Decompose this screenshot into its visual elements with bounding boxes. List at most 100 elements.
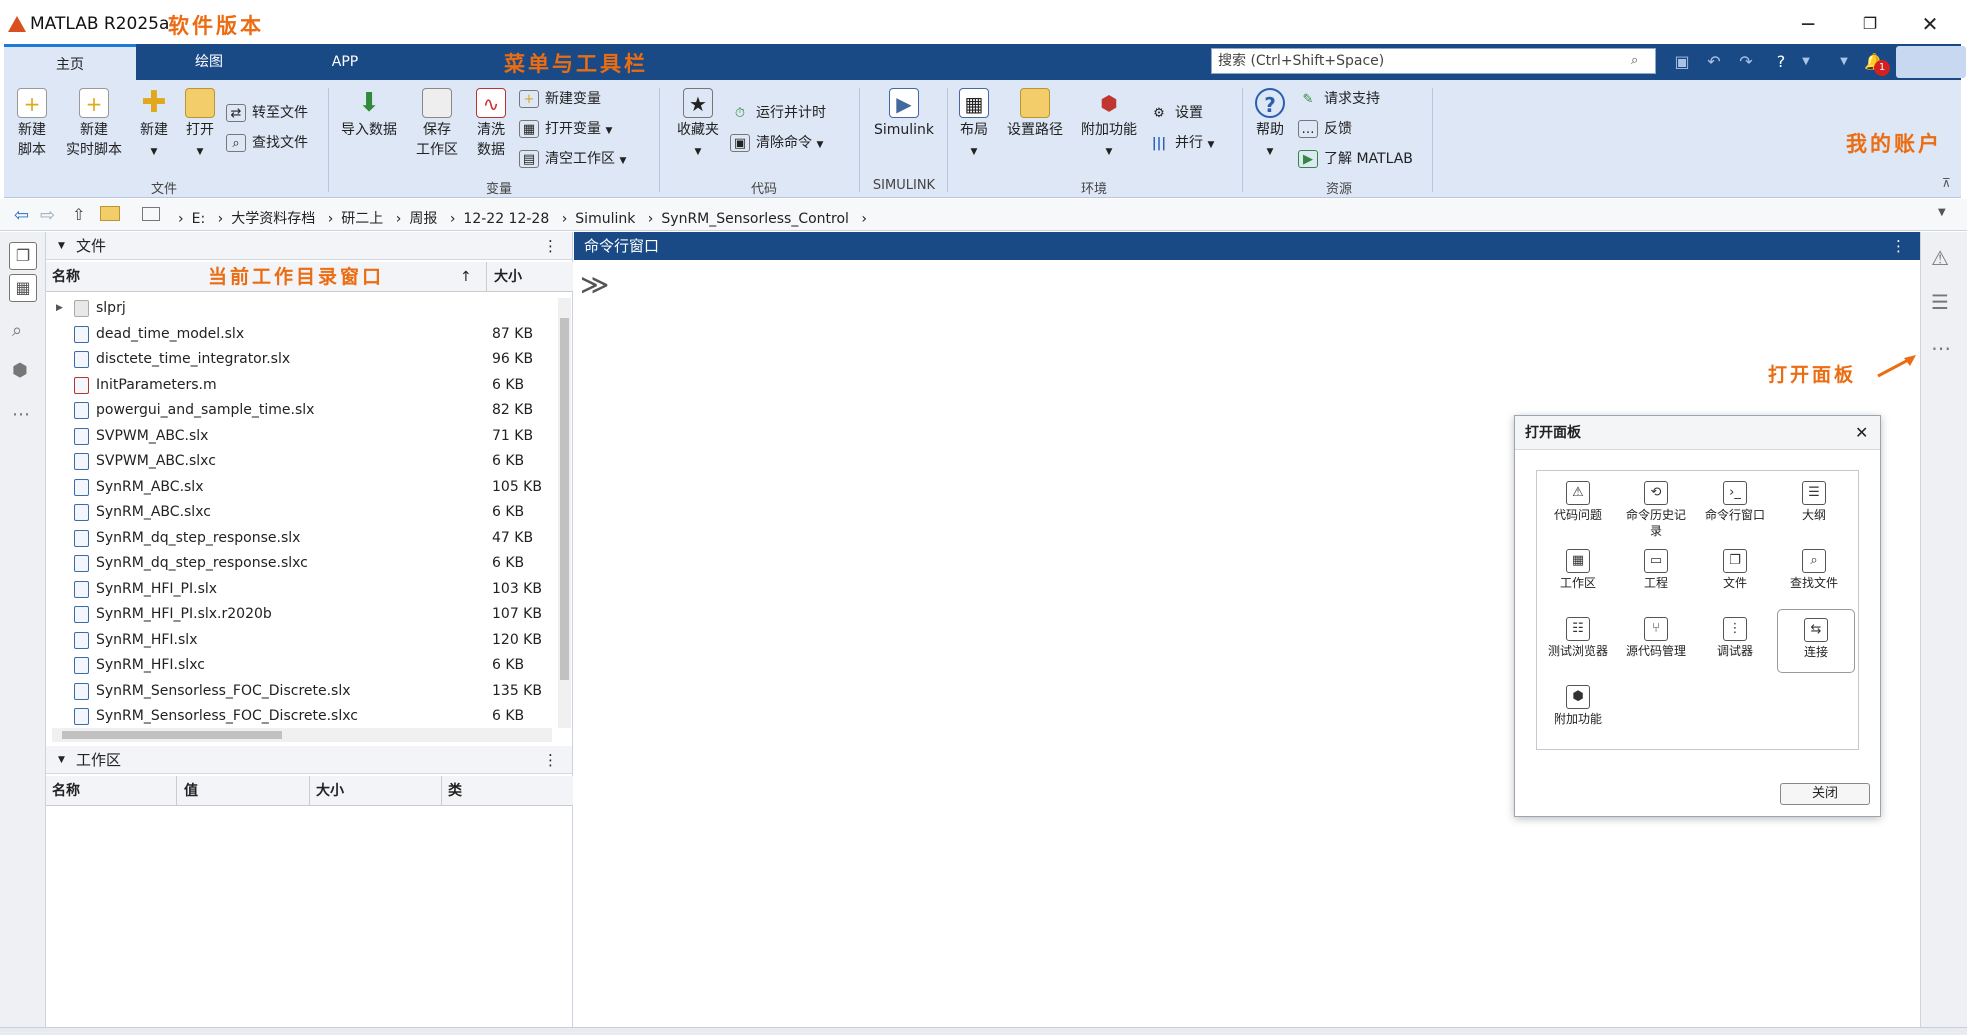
tab-home[interactable]: 主页 [4,44,136,80]
set-path-button[interactable]: 设置路径 [998,88,1072,140]
request-support-button[interactable]: ✎ 请求支持 [1298,88,1380,109]
panel-item-source-control[interactable]: ⑂ 源代码管理 [1625,617,1687,659]
account-button[interactable] [1896,46,1966,78]
find-files-button[interactable]: ⌕ 查找文件 [226,132,308,152]
panel-item-code-issues[interactable]: ⚠ 代码问题 [1547,481,1609,523]
parallel-button[interactable]: ||| 并行 ▼ [1149,132,1215,153]
maximize-button[interactable]: ❐ [1852,10,1888,38]
panel-item-outline[interactable]: ☰ 大纲 [1783,481,1845,523]
panel-menu-icon[interactable]: ⋮ [543,232,558,260]
panel-item-command-history[interactable]: ⟲ 命令历史记录 [1625,481,1687,539]
ws-col-size[interactable]: 大小 [316,776,344,806]
col-size-header[interactable]: 大小 [494,262,522,292]
redo-icon[interactable]: ↷ [1734,50,1758,74]
up-folder-icon[interactable]: ⇧ [72,205,85,224]
dialog-close-icon[interactable]: ✕ [1855,423,1868,442]
panel-item-workspace[interactable]: ▦ 工作区 [1547,549,1609,591]
addons-icon[interactable]: ⬢ [12,360,28,381]
file-row[interactable]: SynRM_HFI_PI.slx.r2020b 107 KB [46,602,556,628]
panel-item-find-files[interactable]: ⌕ 查找文件 [1783,549,1845,591]
file-row[interactable]: SynRM_HFI_PI.slx 103 KB [46,577,556,603]
collapse-icon[interactable]: ▼ [58,232,65,260]
clear-commands-button[interactable]: ▣ 清除命令 ▼ [730,132,823,152]
panel-item-project[interactable]: ▭ 工程 [1625,549,1687,591]
learn-matlab-button[interactable]: ▶ 了解 MATLAB [1298,148,1413,168]
new-variable-button[interactable]: + 新建变量 [519,88,601,108]
open-button[interactable]: 打开 ▼ [178,88,222,162]
breadcrumb-item[interactable]: Simulink [575,211,635,227]
dialog-close-button[interactable]: 关闭 [1780,783,1870,805]
chevron-down-icon[interactable]: ▼ [1794,50,1818,74]
favorites-button[interactable]: ★ 收藏夹 ▼ [668,88,728,162]
feedback-button[interactable]: … 反馈 [1298,118,1352,138]
collapse-ribbon-icon[interactable]: ⊼ [1942,176,1951,190]
panel-item-test-browser[interactable]: ☷ 测试浏览器 [1547,617,1609,659]
quick-access-menu-icon[interactable]: ▼ [1832,50,1856,74]
panel-menu-icon[interactable]: ⋮ [543,746,558,774]
preferences-button[interactable]: ⚙ 设置 [1149,102,1203,123]
breadcrumb-item[interactable]: 12-22 12-28 [463,211,549,227]
panel-item-connect[interactable]: ⇆ 连接 [1777,609,1855,673]
help-icon[interactable]: ? [1769,50,1793,74]
workspace-panel-icon[interactable]: ▦ [9,274,37,302]
address-dropdown-icon[interactable]: ▼ [1938,207,1946,218]
sort-ascending-icon[interactable]: ↑ [460,262,472,292]
file-row[interactable]: SynRM_Sensorless_FOC_Discrete.slxc 6 KB [46,704,556,730]
browse-folder-icon[interactable] [100,206,120,221]
breadcrumb-item[interactable]: 大学资料存档 [231,211,315,227]
goto-file-button[interactable]: ⇄ 转至文件 [226,102,308,122]
panel-item-command-window[interactable]: ›_ 命令行窗口 [1704,481,1766,523]
undo-icon[interactable]: ↶ [1702,50,1726,74]
file-row[interactable]: disctete_time_integrator.slx 96 KB [46,347,556,373]
layout-button[interactable]: ▦ 布局 ▼ [952,88,996,162]
more-icon[interactable]: ⋯ [12,404,30,425]
outline-icon[interactable]: ☰ [1931,290,1949,314]
breadcrumb-item[interactable]: SynRM_Sensorless_Control [661,211,849,227]
col-name-header[interactable]: 名称 [52,262,80,292]
tab-apps[interactable]: APP [280,44,410,80]
panel-item-addons[interactable]: ⬢ 附加功能 [1547,685,1609,727]
file-row[interactable]: SynRM_Sensorless_FOC_Discrete.slx 135 KB [46,679,556,705]
breadcrumb-item[interactable]: 研二上 [341,211,383,227]
files-panel-icon[interactable]: ❐ [9,242,37,270]
breadcrumb-item[interactable]: E: [192,211,206,227]
open-variable-button[interactable]: ▦ 打开变量 ▼ [519,118,612,138]
file-row[interactable]: powergui_and_sample_time.slx 82 KB [46,398,556,424]
breadcrumb-item[interactable]: 周报 [409,211,437,227]
import-data-button[interactable]: ⬇ 导入数据 [334,88,404,140]
save-workspace-button[interactable]: 保存 工作区 [409,88,465,160]
addons-button[interactable]: ⬢ 附加功能 ▼ [1074,88,1144,162]
ws-col-name[interactable]: 名称 [52,776,80,806]
save-icon[interactable]: ▣ [1670,50,1694,74]
new-button[interactable]: ✚ 新建 ▼ [132,88,176,162]
tab-plots[interactable]: 绘图 [144,44,274,80]
file-row[interactable]: SynRM_HFI.slxc 6 KB [46,653,556,679]
folder-row[interactable]: ▶ slprj [46,296,556,322]
expand-icon[interactable]: ▶ [56,296,63,321]
help-button[interactable]: ? 帮助 ▼ [1248,88,1292,162]
file-row[interactable]: SynRM_HFI.slx 120 KB [46,628,556,654]
new-live-script-button[interactable]: + 新建 实时脚本 [58,88,130,160]
file-row[interactable]: SVPWM_ABC.slx 71 KB [46,424,556,450]
file-row[interactable]: InitParameters.m 6 KB [46,373,556,399]
file-row[interactable]: SynRM_ABC.slx 105 KB [46,475,556,501]
file-row[interactable]: SynRM_ABC.slxc 6 KB [46,500,556,526]
minimize-button[interactable]: ─ [1790,10,1826,38]
horizontal-scrollbar[interactable] [52,728,552,742]
code-issues-icon[interactable]: ⚠ [1931,246,1949,270]
run-and-time-button[interactable]: ⏱ 运行并计时 [730,102,826,123]
file-row[interactable]: SVPWM_ABC.slxc 6 KB [46,449,556,475]
ws-col-class[interactable]: 类 [448,776,462,806]
vertical-scrollbar[interactable] [558,298,571,728]
panel-menu-icon[interactable]: ⋮ [1891,232,1906,260]
find-files-icon[interactable]: ⌕ [12,320,22,341]
file-row[interactable]: SynRM_dq_step_response.slx 47 KB [46,526,556,552]
panel-item-files[interactable]: ❐ 文件 [1704,549,1766,591]
collapse-icon[interactable]: ▼ [58,746,65,774]
ws-col-value[interactable]: 值 [184,776,198,806]
file-row[interactable]: SynRM_dq_step_response.slxc 6 KB [46,551,556,577]
search-input[interactable]: 搜索 (Ctrl+Shift+Space) [1211,48,1656,74]
simulink-button[interactable]: ▶ Simulink [866,88,942,140]
file-row[interactable]: dead_time_model.slx 87 KB [46,322,556,348]
clean-data-button[interactable]: ∿ 清洗 数据 [466,88,516,160]
